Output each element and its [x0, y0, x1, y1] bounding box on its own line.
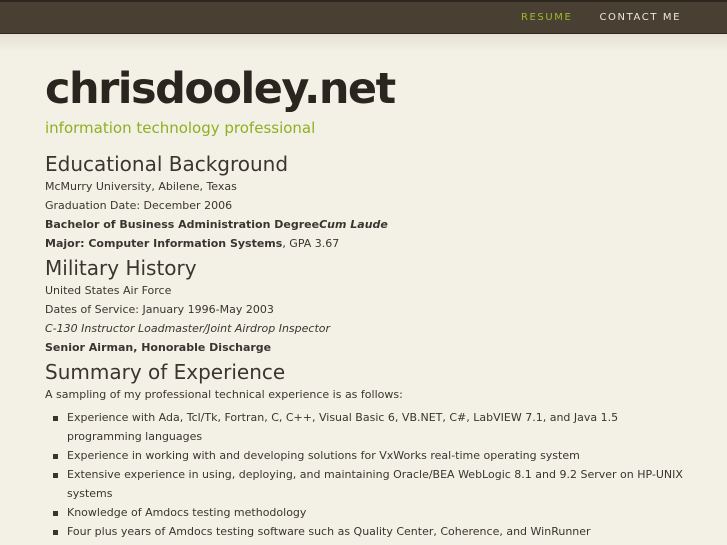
list-item: Extensive experience in using, deploying…	[53, 465, 695, 503]
site-tagline: information technology professional	[45, 118, 316, 137]
education-gpa: , GPA 3.67	[282, 237, 340, 251]
military-dates: Dates of Service: January 1996-May 2003	[45, 303, 274, 317]
education-graduation: Graduation Date: December 2006	[45, 199, 233, 213]
military-branch: United States Air Force	[45, 284, 172, 298]
list-item: Four plus years of Amdocs testing softwa…	[53, 522, 695, 541]
list-item: Knowledge of Amdocs testing methodology	[53, 503, 695, 522]
education-heading: Educational Background	[45, 152, 289, 177]
education-major: Major: Computer Information Systems	[45, 237, 283, 251]
experience-section: Summary of Experience A sampling of my p…	[45, 360, 695, 541]
nav-contact-link[interactable]: CONTACT ME	[599, 12, 681, 23]
education-degree: Bachelor of Business Administration Degr…	[45, 218, 320, 232]
military-heading: Military History	[45, 256, 197, 281]
military-section: Military History United States Air Force…	[45, 256, 695, 357]
top-navigation-bar: RESUME CONTACT ME	[0, 0, 727, 34]
main-nav: RESUME CONTACT ME	[521, 12, 681, 23]
education-honors: Cum Laude	[319, 218, 388, 232]
experience-list: Experience with Ada, Tcl/Tk, Fortran, C,…	[45, 408, 695, 541]
list-item: Experience with Ada, Tcl/Tk, Fortran, C,…	[53, 408, 695, 446]
list-item: Experience in working with and developin…	[53, 446, 695, 465]
site-title[interactable]: chrisdooley.net	[45, 62, 695, 118]
military-discharge: Senior Airman, Honorable Discharge	[45, 341, 272, 355]
education-school: McMurry University, Abilene, Texas	[45, 180, 237, 194]
education-section: Educational Background McMurry Universit…	[45, 152, 695, 253]
topbar-shadow	[0, 34, 727, 52]
experience-intro: A sampling of my professional technical …	[45, 388, 403, 402]
nav-resume-link[interactable]: RESUME	[521, 12, 572, 23]
education-major-line: Major: Computer Information Systems, GPA…	[45, 234, 695, 253]
experience-heading: Summary of Experience	[45, 360, 286, 385]
education-degree-line: Bachelor of Business Administration Degr…	[45, 215, 695, 234]
military-role: C-130 Instructor Loadmaster/Joint Airdro…	[45, 322, 331, 336]
main-content: chrisdooley.net information technology p…	[45, 62, 695, 541]
